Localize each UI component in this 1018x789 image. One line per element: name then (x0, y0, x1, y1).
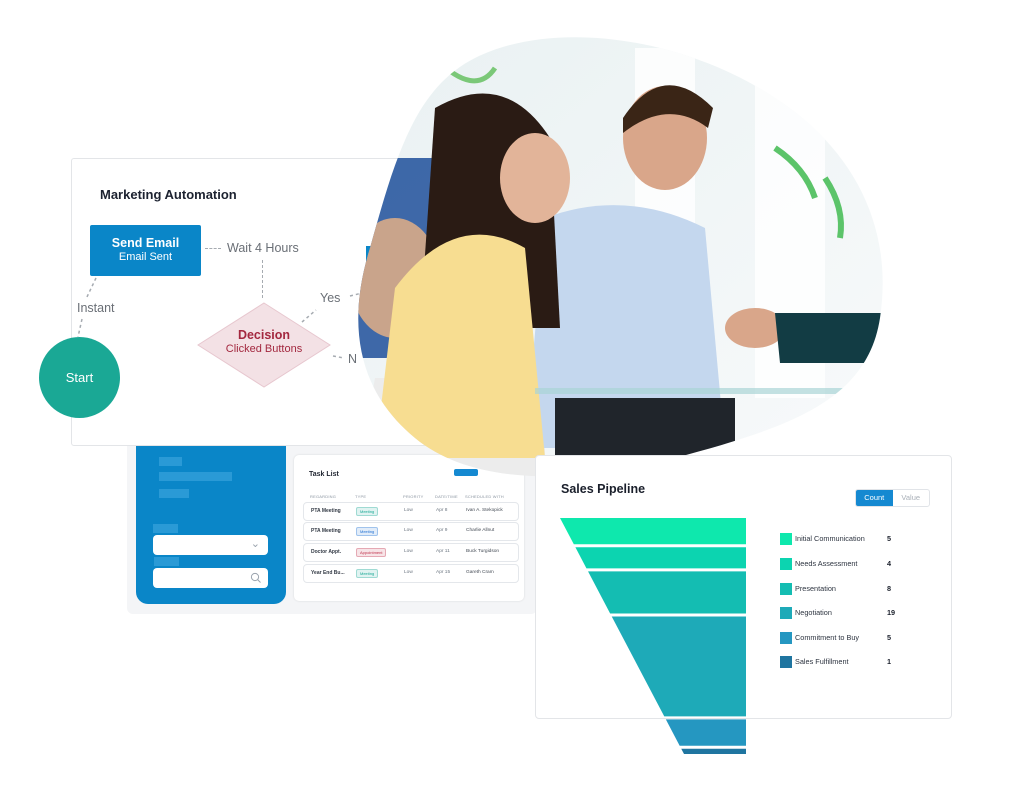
funnel-segment-presentation[interactable] (588, 571, 746, 614)
send-email-node[interactable]: Send Email Email Sent (90, 225, 201, 276)
table-row[interactable]: Year End Bu... Meeting Low Apr 15 Gareth Cra… (303, 564, 519, 583)
task-list-title: Task List (309, 471, 339, 478)
table-row[interactable]: PTA Meeting Meeting Low Apr 9 Charlie Allnut (303, 522, 519, 541)
column-header: REGARDING (310, 494, 337, 499)
row-regarding: Year End Bu... (311, 570, 345, 576)
row-date: Apr 11 (436, 549, 450, 554)
placeholder-bar (153, 524, 178, 533)
funnel-segment-negotiation[interactable] (611, 616, 746, 717)
legend-value: 4 (887, 559, 892, 568)
type-badge: Meeting (356, 527, 379, 536)
filter-search-input[interactable] (153, 568, 268, 588)
legend-value: 8 (887, 584, 892, 593)
legend-item[interactable]: Sales Fulfillment 1 (780, 656, 900, 669)
send-email-subtitle: Email Sent (118, 251, 173, 263)
legend-item[interactable]: Presentation 8 (780, 583, 900, 596)
funnel-segment-sales-fulfillment[interactable] (681, 748, 746, 754)
legend-item[interactable]: Negotiation 19 (780, 607, 900, 620)
row-regarding: Doctor Appt. (311, 549, 342, 555)
legend-label: Presentation (795, 584, 836, 593)
legend-value: 19 (887, 608, 896, 617)
row-regarding: PTA Meeting (311, 508, 341, 514)
column-header: SCHEDULED WITH (465, 494, 504, 499)
type-badge: Meeting (356, 569, 379, 578)
legend-item[interactable]: Needs Assessment 4 (780, 558, 900, 571)
type-badge: Appointment (356, 548, 387, 557)
start-node[interactable]: Start (39, 337, 120, 418)
legend-value: 5 (887, 633, 892, 642)
count-toggle-button[interactable]: Count (856, 490, 893, 506)
funnel-chart (560, 518, 746, 754)
row-scheduled-with: Gareth Cram (466, 570, 494, 575)
type-badge: Meeting (356, 507, 379, 516)
placeholder-bar (154, 557, 179, 566)
legend-label: Negotiation (795, 608, 832, 617)
row-date: Apr 8 (436, 508, 448, 513)
send-email-title: Send Email (111, 236, 180, 250)
legend-label: Initial Communication (795, 534, 865, 543)
legend-value: 5 (887, 534, 892, 543)
count-value-toggle[interactable]: Count Value (855, 489, 930, 507)
row-date: Apr 9 (436, 528, 448, 533)
value-toggle-button[interactable]: Value (893, 490, 930, 506)
yes-label: Yes (320, 291, 341, 305)
wait-label: Wait 4 Hours (227, 241, 299, 255)
row-date: Apr 15 (436, 570, 451, 575)
placeholder-bar (159, 472, 232, 481)
connector-line (205, 248, 221, 249)
legend-swatch (780, 583, 792, 595)
funnel-segment-initial-communication[interactable] (560, 518, 746, 545)
table-row[interactable]: Doctor Appt. Appointment Low Apr 11 Buck Tur… (303, 543, 519, 562)
row-scheduled-with: Buck Turgidson (466, 549, 500, 554)
legend-swatch (780, 533, 792, 545)
row-scheduled-with: Ivan A. Stekopick (466, 508, 503, 513)
filter-dropdown[interactable]: ⌄ (153, 535, 268, 555)
legend-item[interactable]: Commitment to Buy 5 (780, 632, 900, 645)
legend-item[interactable]: Initial Communication 5 (780, 533, 900, 546)
search-icon (250, 571, 262, 589)
legend-value: 1 (887, 657, 892, 666)
marketing-automation-title: Marketing Automation (100, 187, 237, 202)
row-scheduled-with: Charlie Allnut (466, 528, 495, 533)
column-header: PRIORITY (403, 494, 424, 499)
placeholder-bar (159, 489, 189, 498)
legend-swatch (780, 558, 792, 570)
funnel-segment-needs-assessment[interactable] (575, 547, 746, 569)
handshake-photo (358, 37, 883, 477)
row-priority: Low (404, 528, 413, 533)
legend-swatch (780, 607, 792, 619)
placeholder-bar (159, 457, 182, 466)
row-priority: Low (404, 570, 413, 575)
funnel-segment-commitment-to-buy[interactable] (665, 719, 746, 746)
column-header: TYPE (355, 494, 367, 499)
instant-label: Instant (77, 301, 115, 315)
column-header: DATE/TIME (435, 494, 458, 499)
row-regarding: PTA Meeting (311, 528, 341, 534)
legend-label: Needs Assessment (795, 559, 858, 568)
row-priority: Low (404, 549, 413, 554)
row-priority: Low (404, 508, 413, 513)
legend-swatch (780, 656, 792, 668)
legend-label: Commitment to Buy (795, 633, 860, 642)
sales-pipeline-title: Sales Pipeline (561, 482, 646, 496)
legend-swatch (780, 632, 792, 644)
connector-line (262, 260, 263, 298)
chevron-down-icon: ⌄ (250, 538, 260, 550)
legend-label: Sales Fulfillment (795, 657, 849, 666)
table-row[interactable]: PTA Meeting Meeting Low Apr 8 Ivan A. Stekop… (303, 502, 519, 521)
